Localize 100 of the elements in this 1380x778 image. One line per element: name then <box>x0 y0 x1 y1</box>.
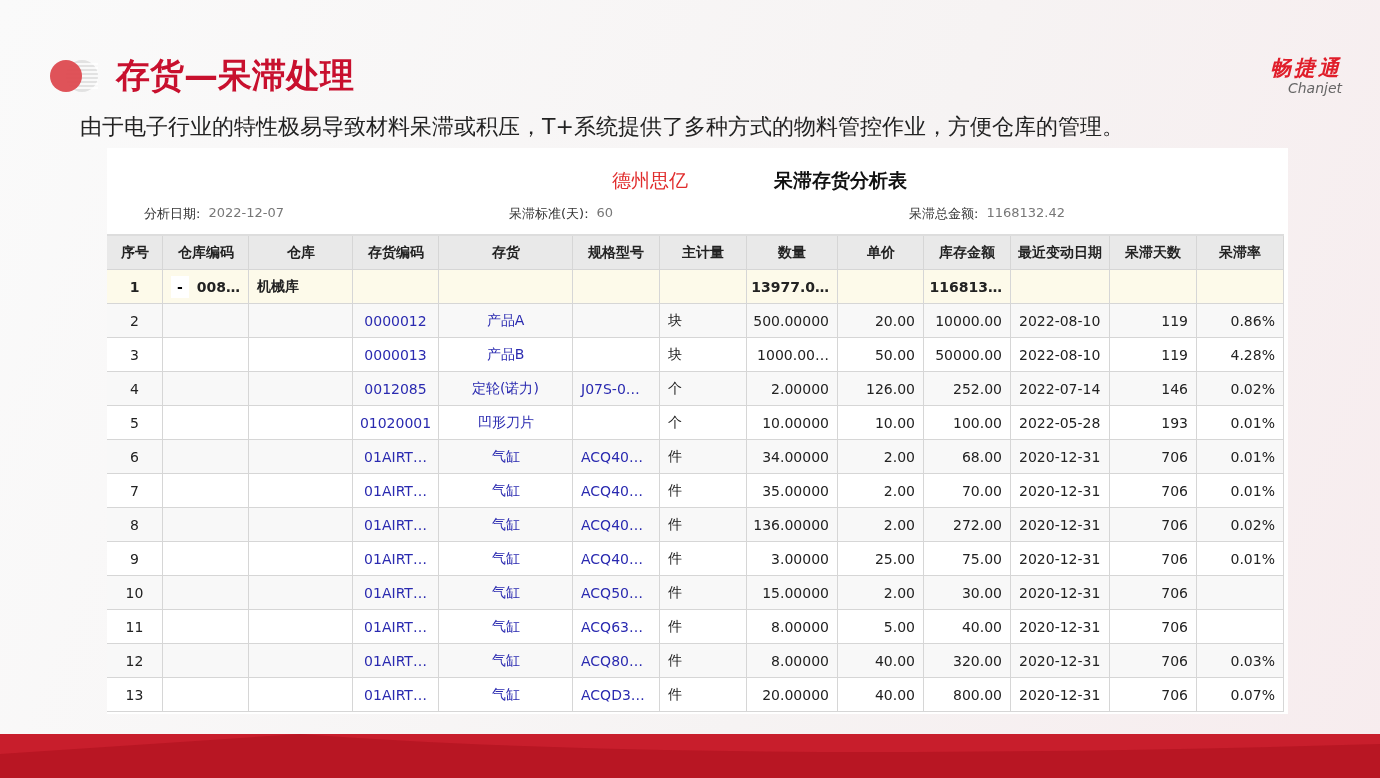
column-header[interactable]: 最近变动日期 <box>1011 236 1110 269</box>
column-header[interactable]: 存货编码 <box>353 236 439 269</box>
table-cell: 2020-12-31 <box>1011 474 1110 507</box>
table-cell: 800.00 <box>924 678 1011 711</box>
table-cell[interactable]: 0000013 <box>353 338 439 371</box>
table-cell: 2020-12-31 <box>1011 542 1110 575</box>
table-cell: 4 <box>107 372 163 405</box>
column-header[interactable]: 呆滞天数 <box>1110 236 1197 269</box>
table-cell: 11 <box>107 610 163 643</box>
table-cell[interactable]: 0000012 <box>353 304 439 337</box>
collapse-button[interactable]: - <box>171 275 189 298</box>
table-cell[interactable]: 气缸 <box>439 474 573 507</box>
table-cell: 25.00 <box>838 542 924 575</box>
table-cell: 2.00 <box>838 576 924 609</box>
table-cell[interactable]: 气缸 <box>439 610 573 643</box>
table-cell: 1000.00… <box>747 338 838 371</box>
column-header[interactable]: 单价 <box>838 236 924 269</box>
table-cell: 136.00000 <box>747 508 838 541</box>
table-cell: 0.03% <box>1197 644 1284 677</box>
table-cell: 706 <box>1110 678 1197 711</box>
table-cell[interactable]: 产品B <box>439 338 573 371</box>
table-cell: 0.01% <box>1197 440 1284 473</box>
table-cell: 1 <box>107 270 163 303</box>
table-cell: 320.00 <box>924 644 1011 677</box>
table-cell[interactable]: 气缸 <box>439 508 573 541</box>
table-cell[interactable]: 01AIRT… <box>353 576 439 609</box>
table-cell: 706 <box>1110 440 1197 473</box>
column-header[interactable]: 数量 <box>747 236 838 269</box>
table-cell: 10.00 <box>838 406 924 439</box>
table-cell[interactable]: ACQ63… <box>573 610 660 643</box>
meta-value: 2022-12-07 <box>208 205 284 222</box>
table-cell[interactable]: ACQD3… <box>573 678 660 711</box>
table-cell: 13977.0… <box>747 270 838 303</box>
column-header[interactable]: 规格型号 <box>573 236 660 269</box>
table-cell: 50.00 <box>838 338 924 371</box>
slide-subtitle: 由于电子行业的特性极易导致材料呆滞或积压，T+系统提供了多种方式的物料管控作业，方便仓库的管理。 <box>80 113 1125 141</box>
table-cell: 2020-12-31 <box>1011 610 1110 643</box>
table-cell: 116813… <box>924 270 1011 303</box>
table-cell[interactable]: 气缸 <box>439 678 573 711</box>
table-cell: 0.01% <box>1197 474 1284 507</box>
brand-latin: Chanjet <box>1287 80 1342 95</box>
table-cell[interactable]: 01AIRT… <box>353 508 439 541</box>
table-cell[interactable]: 产品A <box>439 304 573 337</box>
column-header[interactable]: 仓库编码 <box>163 236 249 269</box>
table-cell: 5.00 <box>838 610 924 643</box>
table-cell: 50000.00 <box>924 338 1011 371</box>
column-header[interactable]: 呆滞率 <box>1197 236 1284 269</box>
table-cell[interactable]: 01AIRT… <box>353 610 439 643</box>
meta-label: 分析日期: <box>144 205 201 223</box>
table-cell[interactable]: J07S-0… <box>573 372 660 405</box>
table-cell: 3 <box>107 338 163 371</box>
table-cell[interactable]: ACQ40… <box>573 542 660 575</box>
table-cell: 34.00000 <box>747 440 838 473</box>
table-cell: 2.00 <box>838 440 924 473</box>
table-cell: 件 <box>660 576 747 609</box>
table-cell: 2020-12-31 <box>1011 508 1110 541</box>
table-cell: 2.00 <box>838 508 924 541</box>
table-cell: 35.00000 <box>747 474 838 507</box>
table-cell[interactable]: 0012085 <box>353 372 439 405</box>
table-cell[interactable]: 01AIRT… <box>353 678 439 711</box>
table-cell[interactable]: 01AIRT… <box>353 644 439 677</box>
table-cell: 30.00 <box>924 576 1011 609</box>
table-cell: 件 <box>660 542 747 575</box>
table-cell[interactable]: 01AIRT… <box>353 542 439 575</box>
table-cell: 126.00 <box>838 372 924 405</box>
table-cell[interactable]: 气缸 <box>439 644 573 677</box>
table-cell[interactable]: ACQ80… <box>573 644 660 677</box>
table-cell[interactable]: ACQ40… <box>573 440 660 473</box>
table-cell: 10000.00 <box>924 304 1011 337</box>
table-cell: 193 <box>1110 406 1197 439</box>
column-header[interactable]: 存货 <box>439 236 573 269</box>
table-cell[interactable]: 气缸 <box>439 440 573 473</box>
table-cell: 2022-08-10 <box>1011 338 1110 371</box>
table-cell[interactable]: ACQ40… <box>573 474 660 507</box>
table-cell: 件 <box>660 678 747 711</box>
table-cell: 2020-12-31 <box>1011 440 1110 473</box>
column-header[interactable]: 序号 <box>107 236 163 269</box>
table-cell: 0.07% <box>1197 678 1284 711</box>
table-cell[interactable]: 气缸 <box>439 542 573 575</box>
table-cell: 2020-12-31 <box>1011 644 1110 677</box>
meta-label: 呆滞总金额: <box>909 205 979 223</box>
table-cell[interactable]: 01020001 <box>353 406 439 439</box>
report-title: 呆滞存货分析表 <box>774 168 907 193</box>
table-cell[interactable]: 气缸 <box>439 576 573 609</box>
table-cell: 20.00000 <box>747 678 838 711</box>
column-header[interactable]: 主计量 <box>660 236 747 269</box>
table-cell[interactable]: 定轮(诺力) <box>439 372 573 405</box>
column-header[interactable]: 库存金额 <box>924 236 1011 269</box>
table-cell: 件 <box>660 474 747 507</box>
table-cell: 10 <box>107 576 163 609</box>
column-header[interactable]: 仓库 <box>249 236 353 269</box>
table-cell: 件 <box>660 644 747 677</box>
table-cell: 706 <box>1110 576 1197 609</box>
table-cell[interactable]: 凹形刀片 <box>439 406 573 439</box>
table-cell[interactable]: ACQ50… <box>573 576 660 609</box>
table-cell: 12 <box>107 644 163 677</box>
table-cell[interactable]: 01AIRT… <box>353 474 439 507</box>
table-cell: 9 <box>107 542 163 575</box>
table-cell[interactable]: ACQ40… <box>573 508 660 541</box>
table-cell[interactable]: 01AIRT… <box>353 440 439 473</box>
